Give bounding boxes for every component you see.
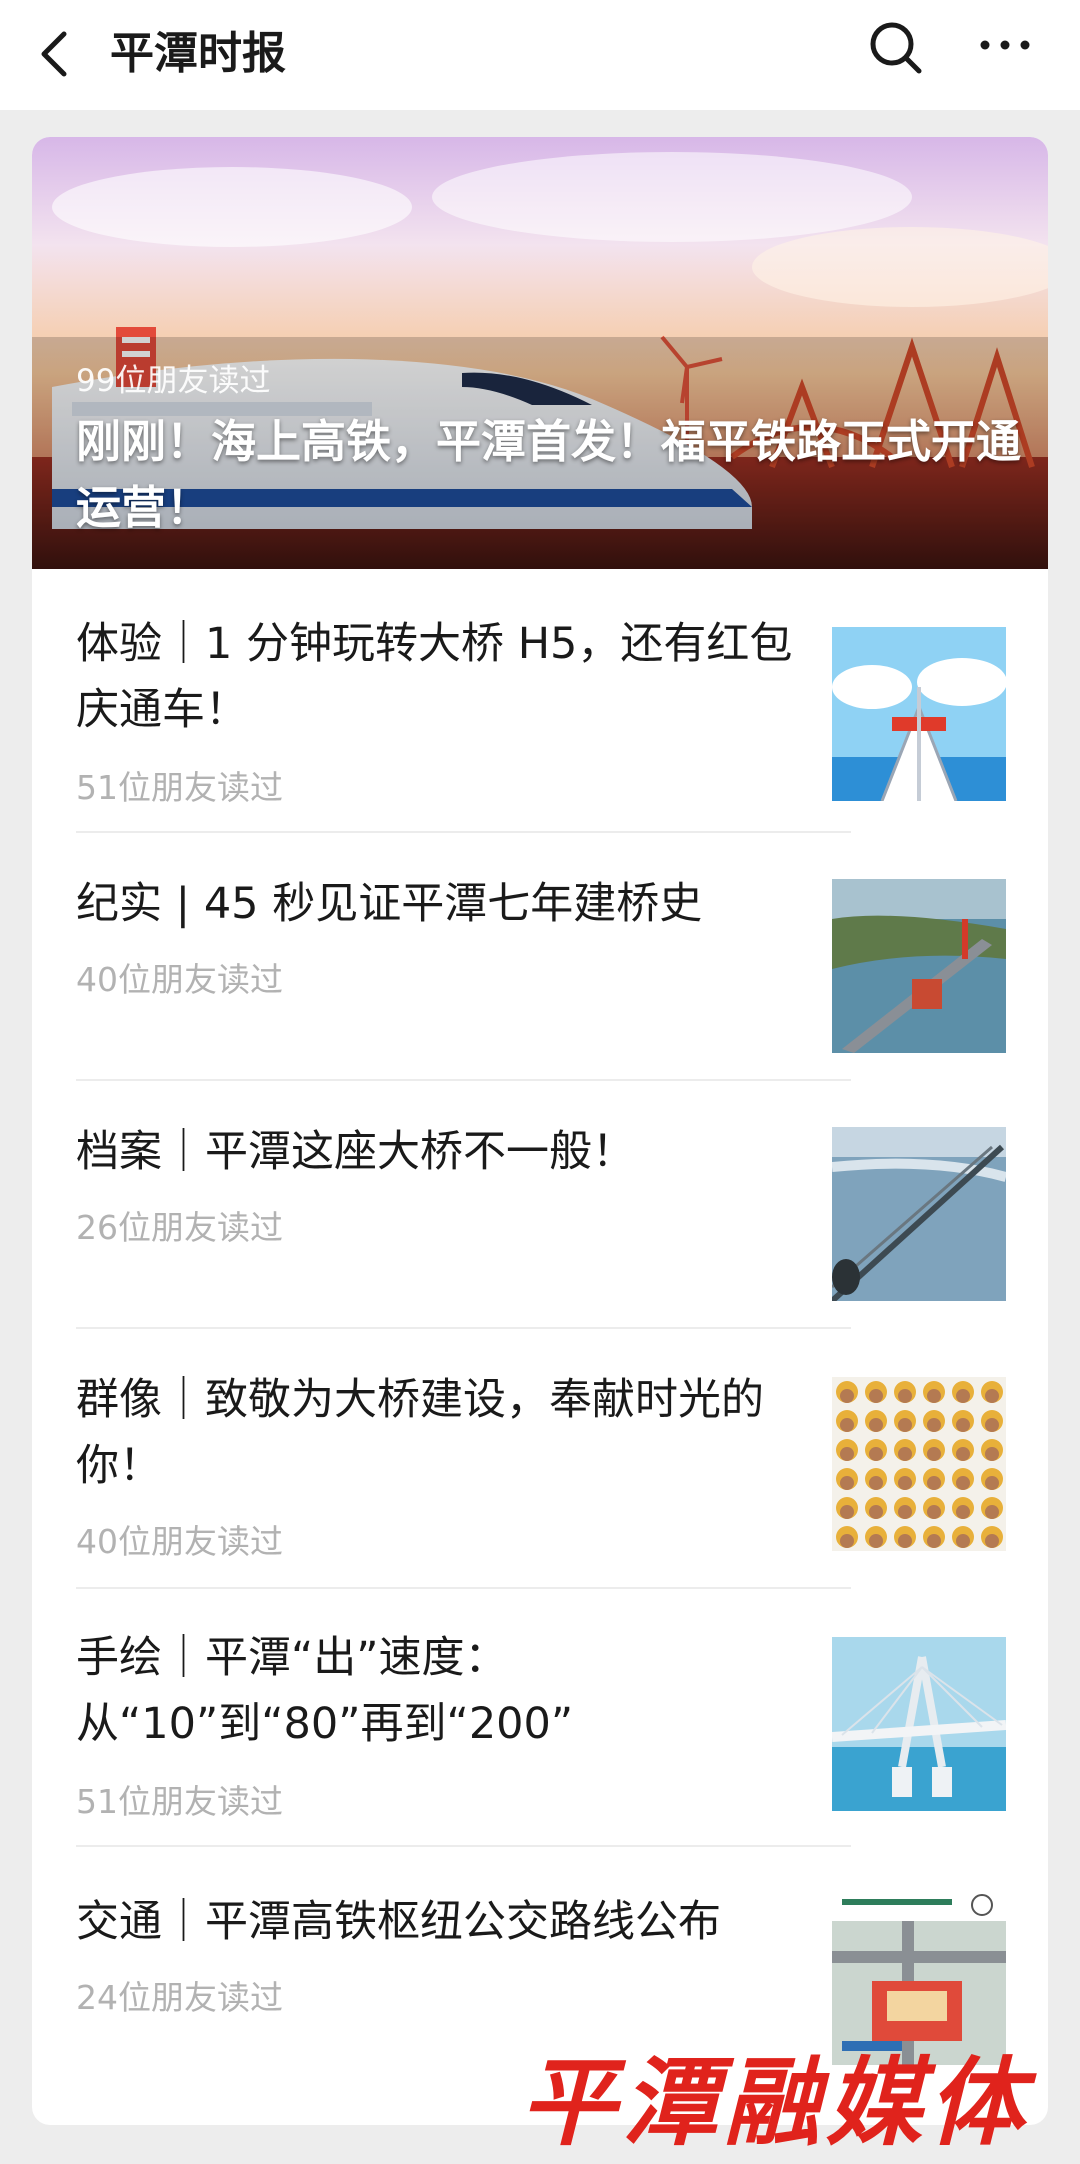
more-options-icon[interactable]	[975, 30, 1035, 60]
read-count: 51位朋友读过	[76, 1782, 283, 1821]
article-title: 群像｜致敬为大桥建设，奉献时光的你！	[76, 1375, 764, 1491]
featured-title: 刚刚！海上高铁，平潭首发！福平铁路正式开通运营！	[76, 415, 1022, 534]
article-title: 体验｜1 分钟玩转大桥 H5，还有红包庆通车！	[76, 619, 793, 735]
top-bar: 平潭时报	[0, 0, 1080, 110]
read-count: 24位朋友读过	[76, 1978, 283, 2017]
hand-drawn-bridge-thumbnail	[832, 1637, 1006, 1811]
sea-bridge-aerial-thumbnail	[832, 1127, 1006, 1301]
page-title: 平潭时报	[110, 28, 286, 79]
read-count: 51位朋友读过	[76, 768, 283, 807]
back-arrow-icon[interactable]	[30, 22, 78, 86]
cartoon-bridge-thumbnail	[832, 627, 1006, 801]
featured-article[interactable]: 99位朋友读过 刚刚！海上高铁，平潭首发！福平铁路正式开通运营！	[32, 137, 1048, 569]
article-title: 档案｜平潭这座大桥不一般！	[76, 1127, 635, 1177]
list-item[interactable]: 体验｜1 分钟玩转大桥 H5，还有红包庆通车！ 51位朋友读过	[32, 569, 1048, 833]
article-title: 纪实 | 45 秒见证平潭七年建桥史	[76, 879, 703, 929]
search-icon[interactable]	[866, 18, 926, 78]
worker-portraits-grid-thumbnail	[832, 1377, 1006, 1551]
read-count: 40位朋友读过	[76, 960, 283, 999]
watermark-logo: 平潭融媒体	[520, 2046, 1030, 2159]
article-card: 99位朋友读过 刚刚！海上高铁，平潭首发！福平铁路正式开通运营！ 体验｜1 分钟…	[32, 137, 1048, 2125]
article-title: 交通｜平潭高铁枢纽公交路线公布	[76, 1897, 721, 1947]
aerial-bridge-construction-thumbnail	[832, 879, 1006, 1053]
article-title: 手绘｜平潭“出”速度：从“10”到“80”再到“200”	[76, 1633, 574, 1749]
read-count: 26位朋友读过	[76, 1208, 283, 1247]
featured-read-count: 99位朋友读过	[76, 363, 271, 399]
read-count: 40位朋友读过	[76, 1522, 283, 1561]
